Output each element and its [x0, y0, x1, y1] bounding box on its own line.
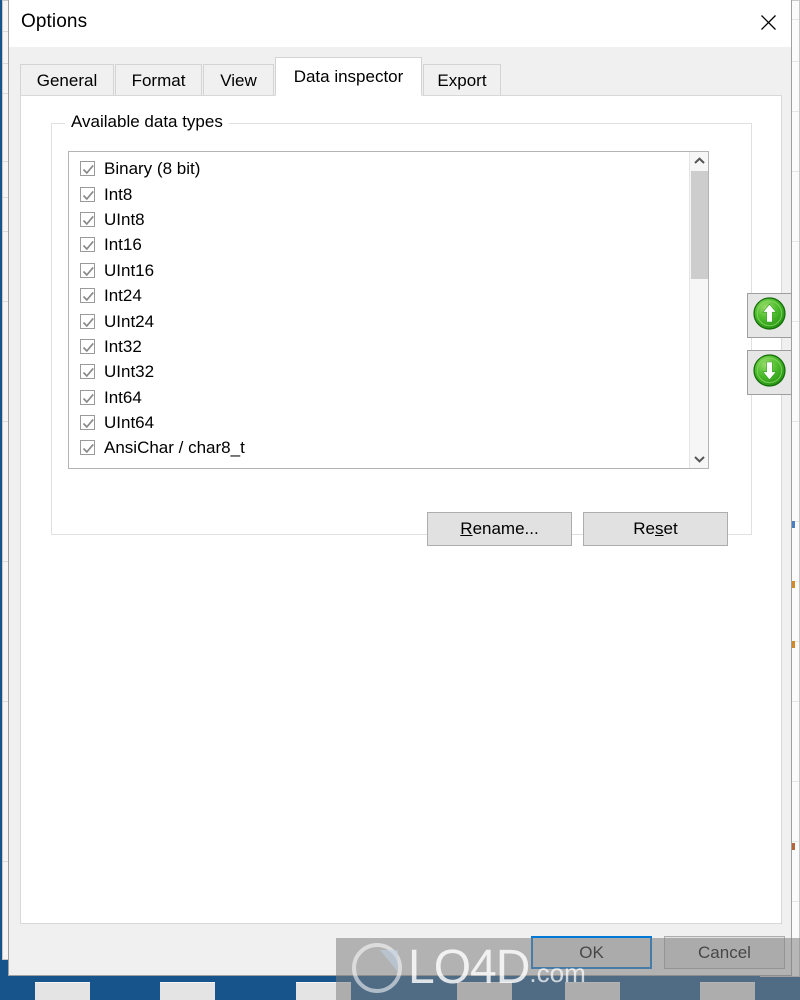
- arrow-up-circle-icon: [753, 296, 786, 335]
- list-item[interactable]: UInt24: [69, 308, 688, 333]
- move-up-button[interactable]: [747, 293, 792, 338]
- taskbar-item[interactable]: [296, 982, 351, 1000]
- tab-view[interactable]: View: [203, 64, 274, 96]
- checkbox-checked-icon[interactable]: [80, 211, 95, 227]
- checkbox-checked-icon[interactable]: [80, 313, 95, 329]
- checkbox-checked-icon[interactable]: [80, 415, 95, 431]
- cancel-button[interactable]: Cancel: [664, 936, 785, 969]
- close-icon[interactable]: [745, 0, 791, 45]
- list-item[interactable]: Int8: [69, 181, 688, 206]
- reset-accel: s: [655, 519, 664, 538]
- list-item-label: Int64: [104, 387, 142, 407]
- tab-label: General: [36, 70, 98, 90]
- checkbox-checked-icon[interactable]: [80, 440, 95, 456]
- chevron-down-icon[interactable]: [690, 450, 708, 468]
- reset-label-post: et: [663, 519, 678, 538]
- listbox-scrollbar[interactable]: [689, 152, 708, 468]
- tab-label: Export: [437, 70, 487, 90]
- desktop-background: Options General Format View Data inspect…: [0, 0, 800, 1000]
- checkbox-checked-icon[interactable]: [80, 237, 95, 253]
- taskbar-item[interactable]: [35, 982, 90, 1000]
- tab-data-inspector[interactable]: Data inspector: [275, 57, 422, 96]
- tabstrip: General Format View Data inspector Expor…: [20, 46, 782, 96]
- tab-general[interactable]: General: [20, 64, 114, 96]
- list-item[interactable]: AnsiChar / char8_t: [69, 435, 688, 460]
- list-item-label: Int16: [104, 235, 142, 255]
- list-item-label: Binary (8 bit): [104, 159, 201, 179]
- list-item[interactable]: Binary (8 bit): [69, 156, 688, 181]
- list-item[interactable]: Int16: [69, 232, 688, 257]
- options-dialog: Options General Format View Data inspect…: [8, 0, 792, 976]
- arrow-down-circle-icon: [753, 353, 786, 392]
- list-item[interactable]: UInt32: [69, 359, 688, 384]
- rename-label: ename...: [472, 519, 539, 538]
- rename-accel: R: [460, 519, 473, 538]
- reset-label-pre: Re: [633, 519, 656, 538]
- list-item-label: AnsiChar / char8_t: [104, 438, 245, 458]
- taskbar-item[interactable]: [565, 982, 620, 1000]
- checkbox-checked-icon[interactable]: [80, 186, 95, 202]
- list-item-label: Int8: [104, 184, 133, 204]
- tab-format[interactable]: Format: [115, 64, 202, 96]
- tab-label: Data inspector: [293, 66, 404, 86]
- list-item-label: Int24: [104, 286, 142, 306]
- data-types-list: Binary (8 bit) Int8 UInt8 Int16 UInt16 Int24 U…: [69, 156, 688, 461]
- dialog-titlebar: Options: [9, 0, 791, 47]
- checkbox-checked-icon[interactable]: [80, 364, 95, 380]
- reset-button[interactable]: Reset: [583, 512, 728, 546]
- checkbox-checked-icon[interactable]: [80, 338, 95, 354]
- list-item[interactable]: Int64: [69, 385, 688, 410]
- taskbar-item[interactable]: [457, 982, 512, 1000]
- scrollbar-thumb[interactable]: [691, 171, 708, 279]
- dialog-title: Options: [21, 11, 88, 32]
- rename-button[interactable]: Rename...: [427, 512, 572, 546]
- taskbar-item[interactable]: [700, 982, 755, 1000]
- ok-label: OK: [579, 942, 604, 962]
- tab-panel-data-inspector: Available data types Binary (8 bit) Int8 U…: [20, 95, 792, 924]
- list-item-label: UInt64: [104, 413, 155, 433]
- list-item[interactable]: UInt64: [69, 410, 688, 435]
- ok-button[interactable]: OK: [531, 936, 652, 969]
- available-data-types-group: Available data types Binary (8 bit) Int8 U…: [51, 112, 792, 546]
- data-types-listbox[interactable]: Binary (8 bit) Int8 UInt8 Int16 UInt16 Int24 U…: [68, 151, 709, 469]
- checkbox-checked-icon[interactable]: [80, 161, 95, 177]
- list-item-label: UInt8: [104, 209, 145, 229]
- move-down-button[interactable]: [747, 350, 792, 395]
- chevron-up-icon[interactable]: [690, 152, 708, 170]
- checkbox-checked-icon[interactable]: [80, 389, 95, 405]
- tab-label: View: [220, 70, 257, 90]
- checkbox-checked-icon[interactable]: [80, 288, 95, 304]
- list-item[interactable]: UInt16: [69, 258, 688, 283]
- list-item-label: Int32: [104, 336, 142, 356]
- checkbox-checked-icon[interactable]: [80, 262, 95, 278]
- list-item-label: UInt24: [104, 311, 155, 331]
- list-item-label: UInt32: [104, 362, 155, 382]
- list-item-label: UInt16: [104, 260, 155, 280]
- list-item[interactable]: Int32: [69, 334, 688, 359]
- taskbar-item[interactable]: [160, 982, 215, 1000]
- cancel-label: Cancel: [698, 942, 751, 962]
- group-label: Available data types: [65, 112, 229, 132]
- list-item[interactable]: Int24: [69, 283, 688, 308]
- taskbar: [0, 978, 800, 1000]
- tab-label: Format: [131, 70, 186, 90]
- list-item[interactable]: UInt8: [69, 207, 688, 232]
- tab-export[interactable]: Export: [423, 64, 501, 96]
